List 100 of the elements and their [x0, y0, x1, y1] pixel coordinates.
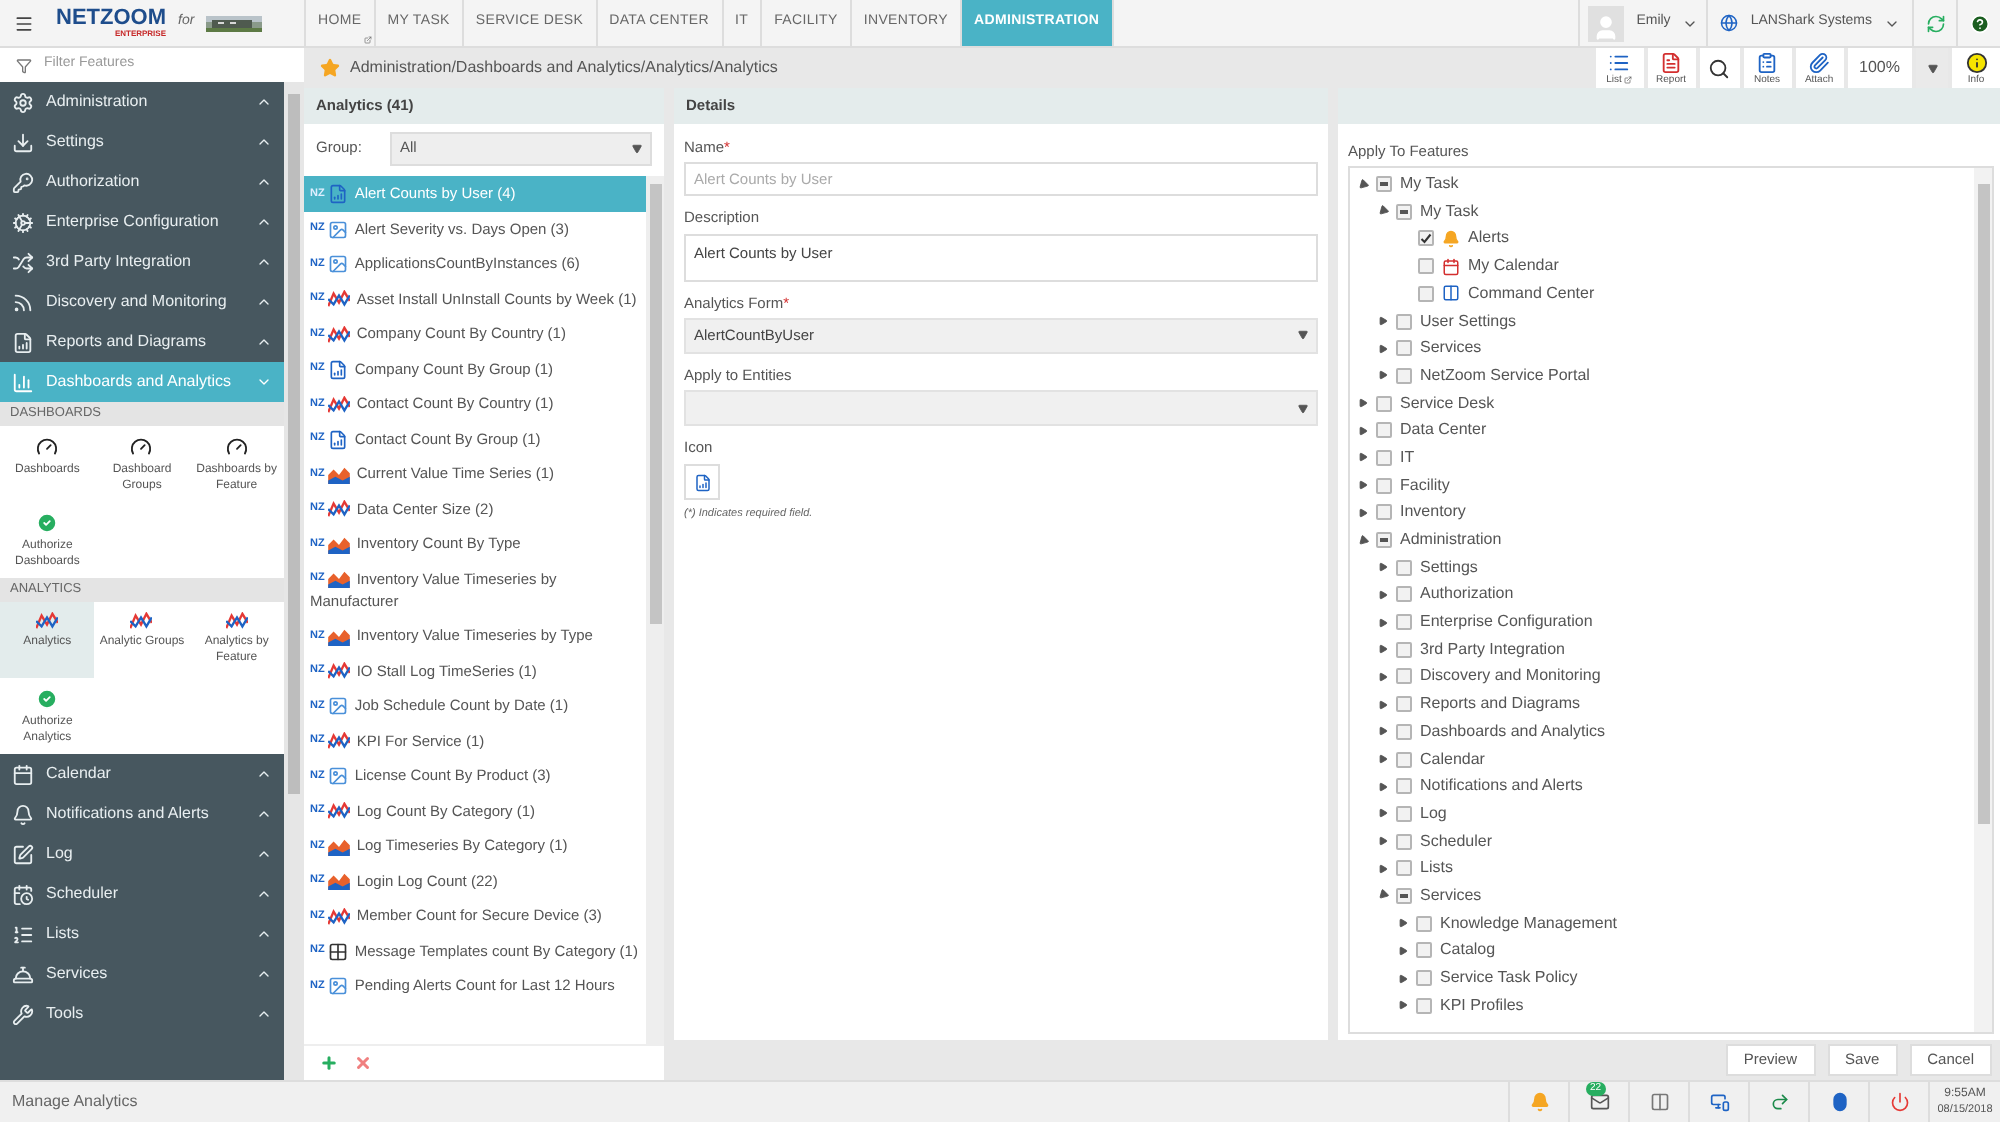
- checkbox[interactable]: [1396, 559, 1412, 576]
- tree-label[interactable]: Administration: [1400, 528, 1502, 553]
- expand-arrow-icon[interactable]: [1358, 507, 1368, 518]
- expand-arrow-icon[interactable]: [1378, 343, 1388, 354]
- tree-label[interactable]: Reports and Diagrams: [1420, 692, 1581, 717]
- checkbox[interactable]: [1376, 422, 1392, 439]
- expand-arrow-icon[interactable]: [1378, 754, 1388, 765]
- expand-arrow-icon[interactable]: [1378, 671, 1388, 682]
- add-icon[interactable]: [320, 1054, 338, 1072]
- tree-row[interactable]: Reports and Diagrams: [1350, 690, 1974, 718]
- icon-picker-button[interactable]: [684, 464, 720, 501]
- tree-row[interactable]: User Settings: [1350, 307, 1974, 335]
- tree-row[interactable]: Settings: [1350, 553, 1974, 582]
- checkbox[interactable]: [1376, 532, 1392, 549]
- expand-arrow-icon[interactable]: [1358, 398, 1368, 409]
- tree-row[interactable]: Administration: [1350, 526, 1974, 554]
- checkbox[interactable]: [1396, 860, 1412, 877]
- tree-row[interactable]: IT: [1350, 444, 1974, 472]
- tree-label[interactable]: Facility: [1400, 473, 1450, 498]
- tree-row[interactable]: 3rd Party Integration: [1350, 635, 1974, 664]
- checkbox[interactable]: [1396, 751, 1412, 768]
- checkbox[interactable]: [1396, 367, 1412, 384]
- expand-arrow-icon[interactable]: [1378, 781, 1388, 792]
- tree-row[interactable]: Dashboards and Analytics: [1350, 718, 1974, 746]
- scrollbar[interactable]: [284, 82, 304, 1080]
- tree-row[interactable]: Authorization: [1350, 581, 1974, 609]
- tree-row[interactable]: My Calendar: [1350, 252, 1974, 280]
- expand-arrow-icon[interactable]: [1378, 726, 1388, 737]
- tree-row[interactable]: Facility: [1350, 471, 1974, 499]
- expand-arrow-icon[interactable]: [1398, 1000, 1408, 1011]
- delete-icon[interactable]: [354, 1054, 372, 1072]
- tree-row[interactable]: Service Task Policy: [1350, 964, 1974, 992]
- checkbox[interactable]: [1376, 449, 1392, 466]
- tree-label[interactable]: My Calendar: [1468, 254, 1559, 279]
- tree-label[interactable]: Authorization: [1420, 582, 1514, 607]
- tree-row[interactable]: Scheduler: [1350, 827, 1974, 855]
- redo-icon[interactable]: [1769, 1092, 1789, 1112]
- tree-label[interactable]: Lists: [1420, 856, 1453, 881]
- tree-row[interactable]: Inventory: [1350, 499, 1974, 527]
- monitor-icon[interactable]: [1709, 1092, 1729, 1112]
- tree-row[interactable]: Log: [1350, 800, 1974, 828]
- tree-row[interactable]: Enterprise Configuration: [1350, 608, 1974, 636]
- tree-row[interactable]: Lists: [1350, 854, 1974, 883]
- tree-row[interactable]: Service Desk: [1350, 389, 1974, 417]
- expand-arrow-icon[interactable]: [1378, 562, 1388, 573]
- expand-arrow-icon[interactable]: [1358, 480, 1368, 491]
- checkbox[interactable]: [1376, 176, 1392, 193]
- checkbox[interactable]: [1396, 203, 1412, 220]
- scrollbar[interactable]: [646, 176, 664, 1044]
- favorite-star-icon[interactable]: [320, 58, 340, 78]
- checkbox[interactable]: [1376, 477, 1392, 494]
- tree-row[interactable]: Alerts: [1350, 225, 1974, 253]
- help-icon[interactable]: [1969, 13, 1989, 33]
- tree-label[interactable]: Service Task Policy: [1440, 966, 1578, 991]
- tree-label[interactable]: Command Center: [1468, 281, 1595, 306]
- checkbox[interactable]: [1396, 833, 1412, 850]
- mouse-icon[interactable]: [1829, 1092, 1849, 1112]
- collapse-arrow-icon[interactable]: [1355, 177, 1371, 192]
- checkbox[interactable]: [1416, 915, 1432, 932]
- checkbox[interactable]: [1396, 340, 1412, 357]
- expand-arrow-icon[interactable]: [1378, 863, 1388, 874]
- refresh-icon[interactable]: [1925, 13, 1945, 33]
- checkbox[interactable]: [1396, 313, 1412, 330]
- collapse-arrow-icon[interactable]: [1375, 204, 1391, 219]
- tree-label[interactable]: IT: [1400, 445, 1415, 470]
- expand-arrow-icon[interactable]: [1358, 425, 1368, 436]
- checkbox[interactable]: [1418, 285, 1434, 302]
- tree-row[interactable]: My Task: [1350, 197, 1974, 226]
- tree-label[interactable]: Log: [1420, 801, 1447, 826]
- checkbox[interactable]: [1396, 778, 1412, 795]
- expand-arrow-icon[interactable]: [1378, 644, 1388, 655]
- power-icon[interactable]: [1889, 1092, 1909, 1112]
- tree-label[interactable]: Settings: [1420, 555, 1478, 580]
- tree-row[interactable]: My Task: [1350, 170, 1974, 198]
- checkbox[interactable]: [1396, 723, 1412, 740]
- checkbox[interactable]: [1396, 696, 1412, 713]
- tree-label[interactable]: Service Desk: [1400, 391, 1495, 416]
- tree-label[interactable]: Services: [1420, 883, 1482, 908]
- checkbox[interactable]: [1396, 641, 1412, 658]
- tree-label[interactable]: Services: [1420, 336, 1482, 361]
- expand-arrow-icon[interactable]: [1398, 973, 1408, 984]
- checkbox[interactable]: [1396, 614, 1412, 631]
- tree-label[interactable]: NetZoom Service Portal: [1420, 363, 1590, 388]
- checkbox[interactable]: [1376, 395, 1392, 412]
- checkbox[interactable]: [1418, 258, 1434, 275]
- checkbox[interactable]: [1396, 586, 1412, 603]
- expand-arrow-icon[interactable]: [1378, 589, 1388, 600]
- tree-row[interactable]: KPI Profiles: [1350, 991, 1974, 1020]
- tree-label[interactable]: Dashboards and Analytics: [1420, 719, 1605, 744]
- expand-arrow-icon[interactable]: [1378, 370, 1388, 381]
- expand-arrow-icon[interactable]: [1378, 316, 1388, 327]
- tree-label[interactable]: 3rd Party Integration: [1420, 637, 1565, 662]
- expand-arrow-icon[interactable]: [1358, 452, 1368, 463]
- tree-row[interactable]: Services: [1350, 334, 1974, 363]
- checkbox[interactable]: [1396, 668, 1412, 685]
- zoom-button[interactable]: 100%: [1847, 48, 1912, 88]
- tree-label[interactable]: KPI Profiles: [1440, 993, 1524, 1018]
- panel-icon[interactable]: [1649, 1092, 1669, 1112]
- tree-label[interactable]: Catalog: [1440, 938, 1496, 963]
- tree-label[interactable]: Notifications and Alerts: [1420, 774, 1583, 799]
